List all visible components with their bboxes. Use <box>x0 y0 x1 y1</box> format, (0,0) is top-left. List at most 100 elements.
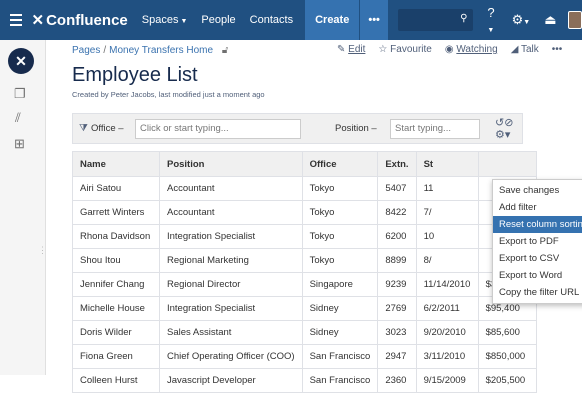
more-actions-button[interactable]: ••• <box>552 44 563 55</box>
cell-name: Airi Satou <box>72 176 160 201</box>
cell-name: Jennifer Chang <box>72 272 160 297</box>
cell-extn: 2769 <box>377 296 417 321</box>
notifications-icon[interactable]: ⏏ <box>544 12 556 28</box>
table-row: Colleen Hurst Javascript Developer San Fra… <box>72 368 537 393</box>
column-header-position[interactable]: Position <box>159 151 303 177</box>
watching-button[interactable]: ◉ Watching <box>445 44 498 55</box>
menu-copy-filter-url[interactable]: Copy the filter URL <box>493 284 582 301</box>
cell-office: Tokyo <box>301 248 379 273</box>
app-switcher-icon[interactable] <box>10 14 22 26</box>
page-tree-icon[interactable]: ⊞ <box>14 136 25 152</box>
cell-position: Regional Director <box>159 272 303 297</box>
table-row: Airi Satou Accountant Tokyo 5407 11 <box>72 176 537 201</box>
page-actions: ✎ Edit ☆ Favourite ◉ Watching ◢ Talk ••• <box>337 44 562 55</box>
nav-contacts[interactable]: Contacts <box>250 14 293 26</box>
menu-export-csv[interactable]: Export to CSV <box>493 250 582 267</box>
cell-extn: 8899 <box>377 248 417 273</box>
table-row: Michelle House Integration Specialist Sidn… <box>72 296 537 321</box>
space-logo-icon[interactable]: ✕ <box>8 48 34 74</box>
cell-start-date: 11 <box>415 176 479 201</box>
menu-export-word[interactable]: Export to Word <box>493 267 582 284</box>
cell-start-date: 9/15/2009 <box>415 368 479 393</box>
create-button[interactable]: Create <box>305 0 360 40</box>
column-header-name[interactable]: Name <box>72 151 160 177</box>
cell-office: Sidney <box>301 320 379 345</box>
table-row: Jennifer Chang Regional Director Singapore… <box>72 272 537 297</box>
chevron-down-icon: ▼ <box>180 18 188 25</box>
help-icon[interactable]: ?▼ <box>487 5 497 35</box>
cell-name: Garrett Winters <box>72 200 160 225</box>
cell-office: Sidney <box>301 296 379 321</box>
cell-position: Javascript Developer <box>159 368 303 393</box>
table-settings-gear-icon[interactable]: ⚙▾ <box>495 128 510 141</box>
column-header-salary[interactable] <box>477 151 537 177</box>
cell-extn: 2947 <box>377 344 417 369</box>
menu-add-filter[interactable]: Add filter <box>493 199 582 216</box>
table-row: Doris Wilder Sales Assistant Sidney 3023 9/2… <box>72 320 537 345</box>
cell-extn: 5407 <box>377 176 417 201</box>
cell-extn: 8422 <box>377 200 417 225</box>
page-byline: Created by Peter Jacobs, last modified j… <box>72 90 265 99</box>
table-filter-bar: ⧩ Office – Click or start typing... Posi… <box>72 113 523 144</box>
space-sidebar: ✕ ❐ ⫽ ⊞ ⋮ <box>0 40 47 375</box>
user-avatar[interactable] <box>568 11 582 29</box>
filter-icon: ⧩ <box>79 123 88 134</box>
menu-save-changes[interactable]: Save changes <box>493 182 582 199</box>
cell-name: Colleen Hurst <box>72 368 160 393</box>
cell-salary: $205,500 <box>477 368 537 393</box>
column-header-start-date[interactable]: St <box>415 151 479 177</box>
cell-start-date: 6/2/2011 <box>415 296 479 321</box>
office-filter-input[interactable]: Click or start typing... <box>135 119 301 139</box>
settings-gear-icon[interactable]: ⚙▼ <box>512 12 531 28</box>
create-more-button[interactable]: ••• <box>360 0 388 40</box>
cell-salary: $850,000 <box>477 344 537 369</box>
talk-button[interactable]: ◢ Talk <box>511 44 539 55</box>
table-row: Fiona Green Chief Operating Officer (COO)… <box>72 344 537 369</box>
cell-position: Chief Operating Officer (COO) <box>159 344 303 369</box>
position-filter-input[interactable]: Start typing... <box>390 119 480 139</box>
edit-button[interactable]: ✎ Edit <box>337 44 365 55</box>
cell-position: Regional Marketing <box>159 248 303 273</box>
cell-position: Sales Assistant <box>159 320 303 345</box>
cell-start-date: 8/ <box>415 248 479 273</box>
sidebar-resize-handle[interactable]: ⋮ <box>38 245 47 256</box>
menu-reset-column-sorting[interactable]: Reset column sorting <box>493 216 582 233</box>
cell-office: Tokyo <box>301 224 379 249</box>
breadcrumb-money-transfers-home[interactable]: Money Transfers Home <box>109 45 213 56</box>
table-header-row: Name Position Office Extn. St <box>72 151 537 177</box>
table-row: Shou Itou Regional Marketing Tokyo 8899 8/ <box>72 248 537 273</box>
cell-office: San Francisco <box>301 344 379 369</box>
cell-position: Integration Specialist <box>159 296 303 321</box>
blog-feed-icon[interactable]: ⫽ <box>15 110 21 126</box>
confluence-logo[interactable]: ✕ Confluence <box>31 11 128 30</box>
top-navigation-bar: ✕ Confluence Spaces ▼ People Contacts Cre… <box>0 0 582 40</box>
office-filter-label: Office – <box>91 123 124 134</box>
search-input[interactable]: ⚲ <box>397 9 474 31</box>
menu-export-pdf[interactable]: Export to PDF <box>493 233 582 250</box>
breadcrumb: Pages / Money Transfers Home 🔓︎ <box>72 45 229 56</box>
confluence-x-icon: ✕ <box>31 12 45 29</box>
cell-office: Tokyo <box>301 200 379 225</box>
cell-salary: $85,600 <box>477 320 537 345</box>
nav-people[interactable]: People <box>201 14 235 26</box>
cell-office: Tokyo <box>301 176 379 201</box>
cell-start-date: 7/ <box>415 200 479 225</box>
position-filter-label: Position – <box>335 123 377 134</box>
cell-start-date: 3/11/2010 <box>415 344 479 369</box>
cell-name: Michelle House <box>72 296 160 321</box>
unlock-icon[interactable]: 🔓︎ <box>222 45 228 56</box>
nav-spaces[interactable]: Spaces ▼ <box>142 14 188 26</box>
cell-extn: 3023 <box>377 320 417 345</box>
cell-position: Accountant <box>159 200 303 225</box>
column-header-office[interactable]: Office <box>301 151 379 177</box>
search-icon: ⚲ <box>460 13 468 24</box>
cell-position: Integration Specialist <box>159 224 303 249</box>
column-header-extn[interactable]: Extn. <box>377 151 417 177</box>
breadcrumb-pages[interactable]: Pages <box>72 45 100 56</box>
cell-start-date: 11/14/2010 <box>415 272 479 297</box>
favourite-button[interactable]: ☆ Favourite <box>378 44 431 55</box>
pages-icon[interactable]: ❐ <box>14 86 26 102</box>
cell-extn: 9239 <box>377 272 417 297</box>
cell-start-date: 9/20/2010 <box>415 320 479 345</box>
cell-start-date: 10 <box>415 224 479 249</box>
